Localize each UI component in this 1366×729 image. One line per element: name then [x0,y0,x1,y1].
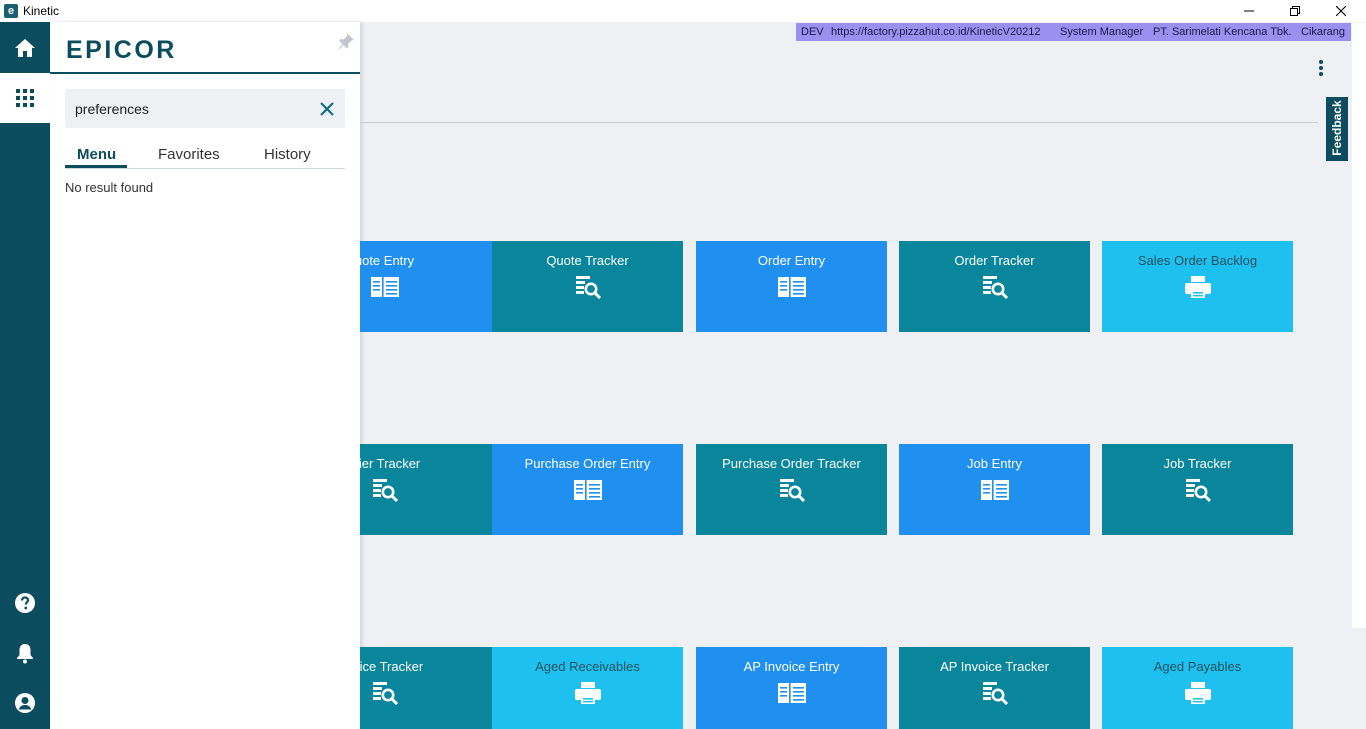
svg-text:EPICOR: EPICOR [66,36,177,62]
feedback-button[interactable]: Feedback [1326,97,1348,161]
kinetic-app-icon: e [4,4,18,18]
printer-icon [1185,276,1211,298]
tile-label: Job Entry [967,456,1022,471]
home-button[interactable] [0,23,50,73]
env-role: System Manager [1060,26,1144,38]
tile-aged-payables[interactable]: Aged Payables [1102,647,1293,729]
printer-icon [575,682,601,704]
window-titlebar: e Kinetic [0,0,1366,22]
pin-icon[interactable] [337,32,355,50]
apps-menu-button[interactable] [0,73,50,123]
apps-grid-icon [16,89,34,107]
notifications-button[interactable] [0,628,50,678]
left-nav-rail [0,22,50,729]
tile-label: AP Invoice Tracker [940,659,1049,674]
tile-label: Aged Receivables [535,659,640,674]
minimize-icon [1244,10,1254,12]
tile-job-entry[interactable]: Job Entry [899,444,1090,535]
restore-icon [1290,6,1300,16]
tile-label: Quote Tracker [546,253,629,268]
tile-label: uote Entry [360,253,415,268]
tile-label: Order Entry [757,253,826,268]
tracker-icon [983,276,1009,299]
env-url: https://factory.pizzahut.co.id/KineticV2… [831,26,1041,38]
tile-label: Sales Order Backlog [1137,253,1258,268]
tile-sales-order-backlog[interactable]: Sales Order Backlog [1102,241,1293,332]
close-icon [1336,6,1346,16]
user-icon [15,693,35,713]
environment-bar: DEV https://factory.pizzahut.co.id/Kinet… [796,23,1351,41]
feedback-label: Feedback [1330,100,1344,156]
menu-search-box[interactable]: preferences [65,89,345,128]
epicor-logo: EPICOR [66,36,177,62]
tile-quote-tracker[interactable]: Quote Tracker [492,241,683,332]
close-window-button[interactable] [1318,0,1364,22]
menu-flyout-panel: EPICOR preferences Menu Favorites Histor… [50,22,360,729]
tracker-icon [1186,479,1212,502]
tile-ap-invoice-entry[interactable]: AP Invoice Entry [696,647,887,729]
env-site: Cikarang [1301,26,1346,38]
active-tab-indicator [65,165,127,168]
panel-tabs: Menu Favorites History [65,142,345,169]
entry-icon [778,277,806,297]
help-button[interactable] [0,578,50,628]
home-icon [15,39,35,57]
bell-icon [17,644,33,664]
minimize-button[interactable] [1226,0,1272,22]
entry-icon [574,480,602,500]
tile-label: voice Tracker [360,659,424,674]
tracker-icon [373,479,399,502]
panel-divider [50,72,360,74]
header-divider [360,122,1318,123]
tile-label: Job Tracker [1163,456,1232,471]
tracker-icon [576,276,602,299]
tile-order-tracker[interactable]: Order Tracker [899,241,1090,332]
tracker-icon [373,682,399,705]
help-icon [15,593,35,613]
tab-menu[interactable]: Menu [77,146,116,164]
tile-purchase-order-tracker[interactable]: Purchase Order Tracker [696,444,887,535]
printer-icon [1185,682,1211,704]
tile-label: Purchase Order Entry [524,456,651,471]
tracker-icon [983,682,1009,705]
tile-purchase-order-entry[interactable]: Purchase Order Entry [492,444,683,535]
restore-button[interactable] [1272,0,1318,22]
window-title: Kinetic [23,4,60,18]
tile-ap-invoice-tracker[interactable]: AP Invoice Tracker [899,647,1090,729]
tile-label: Purchase Order Tracker [722,456,861,471]
tile-label: AP Invoice Entry [743,659,840,674]
vertical-scrollbar[interactable] [1352,23,1366,628]
env-company: PT. Sarimelati Kencana Tbk. [1153,26,1292,38]
entry-icon [981,480,1009,500]
tile-job-tracker[interactable]: Job Tracker [1102,444,1293,535]
tab-favorites[interactable]: Favorites [158,146,220,164]
user-profile-button[interactable] [0,678,50,728]
tile-label: plier Tracker [360,456,421,471]
no-result-message: No result found [65,180,154,195]
entry-icon [371,277,399,297]
menu-search-input[interactable]: preferences [75,101,149,117]
tracker-icon [780,479,806,502]
tile-aged-receivables[interactable]: Aged Receivables [492,647,683,729]
tile-label: Aged Payables [1153,659,1242,674]
tab-history[interactable]: History [264,146,311,164]
env-name: DEV [801,26,824,38]
entry-icon [778,683,806,703]
more-options-icon[interactable] [1312,58,1330,78]
clear-search-icon[interactable] [319,101,335,117]
tile-label: Order Tracker [954,253,1035,268]
tile-order-entry[interactable]: Order Entry [696,241,887,332]
